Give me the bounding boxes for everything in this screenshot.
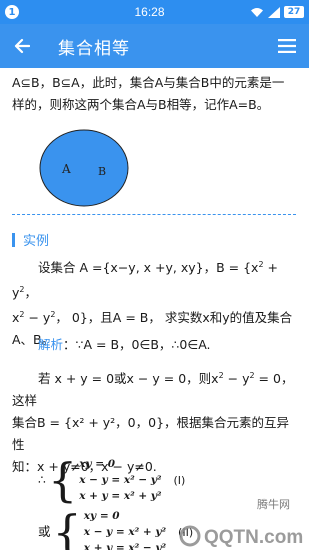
signal-icon xyxy=(268,6,280,18)
or-label: 或 xyxy=(38,524,51,539)
section-divider xyxy=(12,214,296,215)
page-title: 集合相等 xyxy=(58,38,130,59)
section-marker xyxy=(12,232,15,247)
watermark-logo: QQTN.com xyxy=(179,525,303,548)
section-header: 实例 xyxy=(12,230,49,249)
wifi-icon xyxy=(251,7,263,17)
equation-lines: xy = 0 x − y = x² − y² x + y = x² + y² xyxy=(79,458,162,502)
app-bar: 集合相等 xyxy=(0,24,309,68)
status-time: 16:28 xyxy=(134,5,165,19)
venn-label-b: B xyxy=(98,165,106,178)
intro-paragraph: A⊆B，B⊆A，此时，集合A与集合B中的元素是一 样的，则称这两个集合A与B相等… xyxy=(12,72,300,116)
analysis-label: 解析 xyxy=(38,337,64,352)
status-bar: 1 16:28 27 xyxy=(0,0,309,24)
solution-text: 集合B = {x² + y²，0，0}，根据集合元素的互异性 xyxy=(12,415,290,453)
equation-tag: (I) xyxy=(173,473,186,487)
battery-icon: 27 xyxy=(284,6,304,18)
section-label: 实例 xyxy=(23,234,50,249)
svg-text:QQTN.com: QQTN.com xyxy=(204,527,303,548)
menu-button[interactable] xyxy=(273,32,301,60)
equation-lines: xy = 0 x − y = x² + y² x + y = x² − y² xyxy=(83,510,167,550)
analysis-text: ：∵A = B，0∈B，∴0∈A. xyxy=(63,337,211,352)
equation-system-2: 或 { xy = 0 x − y = x² + y² x + y = x² − … xyxy=(38,508,193,550)
article-content: A⊆B，B⊆A，此时，集合A与集合B中的元素是一 样的，则称这两个集合A与B相等… xyxy=(0,68,309,550)
brace-symbol: { xyxy=(47,453,78,507)
equation-system-1: ∴ { xy = 0 x − y = x² − y² x + y = x² + … xyxy=(38,456,185,504)
notification-icon: 1 xyxy=(5,5,19,19)
intro-line: A⊆B，B⊆A，此时，集合A与集合B中的元素是一 xyxy=(12,75,285,90)
example-text: 设集合 A ={x−y, x +y, xy}，B = {x xyxy=(38,260,259,276)
analysis-line: 解析：∵A = B，0∈B，∴0∈A. xyxy=(38,334,300,356)
brace-symbol: { xyxy=(52,505,82,550)
therefore-symbol: ∴ xyxy=(38,472,46,487)
watermark-text: 腾牛网 xyxy=(257,498,290,511)
arrow-left-icon xyxy=(14,38,30,54)
venn-label-a: A xyxy=(61,162,71,176)
venn-diagram: A B xyxy=(39,129,129,207)
back-button[interactable] xyxy=(0,24,44,68)
intro-line: 样的，则称这两个集合A与B相等，记作A=B。 xyxy=(12,97,270,112)
menu-icon xyxy=(278,39,296,53)
